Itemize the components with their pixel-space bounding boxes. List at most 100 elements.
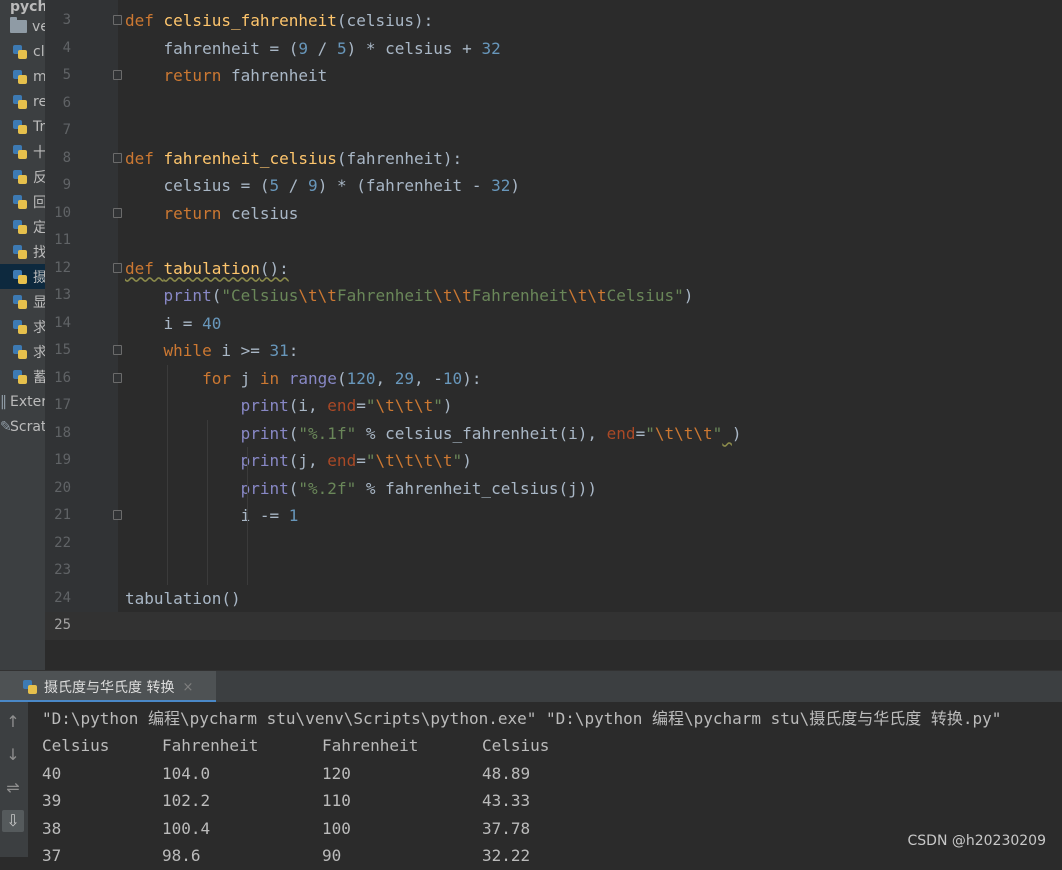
line-number: 20 xyxy=(54,479,71,496)
code-line[interactable]: 12 def tabulation(): xyxy=(45,255,1062,283)
fold-marker-icon[interactable] xyxy=(113,152,122,163)
tree-item[interactable]: 找 xyxy=(0,239,45,264)
fold-marker-icon[interactable] xyxy=(113,372,122,383)
console-output-row: 37 98.6 90 32.22 xyxy=(42,842,642,870)
code-token: print xyxy=(163,286,212,305)
tree-item[interactable]: 回 xyxy=(0,189,45,214)
console-output-row: 38 100.4 100 37.78 xyxy=(42,815,642,843)
code-token: return xyxy=(163,203,231,223)
console-output-cell: 43.33 xyxy=(482,791,531,810)
code-token: 5 xyxy=(336,38,347,58)
tree-item[interactable]: 显 xyxy=(0,289,45,314)
console-output-row: 40 104.0 120 48.89 xyxy=(42,760,642,788)
line-number: 7 xyxy=(62,122,71,138)
console-output-cell: Fahrenheit xyxy=(162,736,259,755)
code-line[interactable]: 23 xyxy=(45,557,1062,585)
tree-item[interactable]: 摄 xyxy=(0,264,45,289)
line-number: 21 xyxy=(54,507,71,523)
code-line[interactable]: 4 fahrenheit = (9 / 5) * celsius + 32 xyxy=(45,35,1062,63)
code-line[interactable]: 21 i -= 1 xyxy=(45,502,1062,530)
code-line[interactable]: 20 print("%.2f" % fahrenheit_celsius(j)) xyxy=(45,475,1062,503)
fold-marker-icon[interactable] xyxy=(113,345,122,355)
code-token: 9 xyxy=(308,176,318,195)
code-line[interactable]: 6 xyxy=(45,90,1062,118)
tree-item[interactable]: re xyxy=(0,89,45,114)
tree-item[interactable]: 反 xyxy=(0,164,45,189)
code-token: ) * (fahrenheit - xyxy=(317,176,492,195)
console-output-cell: 37.78 xyxy=(482,818,531,838)
tree-item[interactable]: Tr xyxy=(0,114,45,139)
fold-marker-icon[interactable] xyxy=(113,70,122,80)
console-output-cell: 32.22 xyxy=(482,846,531,865)
code-line[interactable]: 3 def celsius_fahrenheit(celsius): xyxy=(45,7,1062,35)
code-token: ) xyxy=(442,396,453,415)
tree-item-label: 十 xyxy=(33,144,45,161)
fold-marker-icon[interactable] xyxy=(113,207,122,218)
code-editor[interactable]: 3 def celsius_fahrenheit(celsius): 4 fahre… xyxy=(45,0,1062,640)
python-file-icon xyxy=(12,294,28,310)
tree-item[interactable]: 求 xyxy=(0,339,45,364)
code-text: return fahrenheit xyxy=(125,62,328,90)
code-text: for j in range(120, 29, -10): xyxy=(125,365,481,393)
code-line[interactable]: 11 xyxy=(45,227,1062,255)
close-icon[interactable]: × xyxy=(182,680,193,695)
tree-item[interactable]: m xyxy=(0,64,45,89)
code-line[interactable]: 19 print(j, end="\t\t\t\t") xyxy=(45,447,1062,475)
code-token: 9 xyxy=(298,38,309,58)
soft-wrap-icon[interactable]: ⇌ xyxy=(2,777,24,799)
tree-item[interactable]: 蓄 xyxy=(0,364,45,389)
code-token: 5 xyxy=(269,176,280,195)
code-line[interactable]: 8 def fahrenheit_celsius(fahrenheit): xyxy=(45,145,1062,173)
tree-item[interactable]: 定 xyxy=(0,214,45,239)
scroll-down-icon[interactable]: ↓ xyxy=(2,744,24,766)
code-token: fahrenheit xyxy=(230,66,328,85)
code-line[interactable]: 16 for j in range(120, 29, -10): xyxy=(45,365,1062,393)
tree-item[interactable]: 求 xyxy=(0,314,45,339)
code-token: 40 xyxy=(202,313,222,333)
code-token: ) xyxy=(510,176,520,195)
code-line[interactable]: 10 return celsius xyxy=(45,200,1062,228)
code-token: " xyxy=(433,396,443,415)
code-token: celsius xyxy=(230,203,299,223)
tree-item[interactable]: 十 xyxy=(0,139,45,164)
code-token: = xyxy=(356,451,366,470)
code-token: print xyxy=(240,423,289,443)
line-number: 24 xyxy=(54,589,71,606)
console-output-cell: 90 xyxy=(322,846,342,865)
scroll-up-icon[interactable]: ↑ xyxy=(2,711,24,733)
run-console[interactable]: ↑ ↓ ⇌ ⇩ "D:\python 编程\pycharm stu\venv\Scri… xyxy=(0,702,1062,865)
code-line[interactable]: 7 xyxy=(45,117,1062,145)
line-number: 12 xyxy=(54,259,71,276)
code-line[interactable]: 9 celsius = (5 / 9) * (fahrenheit - 32) xyxy=(45,172,1062,200)
code-token: Celsius" xyxy=(606,286,684,305)
line-number: 15 xyxy=(54,342,71,358)
code-line[interactable]: 17 print(i, end="\t\t\t") xyxy=(45,392,1062,420)
code-token: def xyxy=(125,148,164,168)
code-line[interactable]: 18 print("%.1f" % celsius_fahrenheit(i),… xyxy=(45,420,1062,448)
code-text: i = 40 xyxy=(125,310,222,338)
code-token: " xyxy=(645,423,655,443)
code-line[interactable]: 14 i = 40 xyxy=(45,310,1062,338)
run-tab[interactable]: 摄氏度与华氏度 转换 × xyxy=(0,671,216,703)
tree-item[interactable]: cl xyxy=(0,39,45,64)
fold-marker-icon[interactable] xyxy=(113,510,122,520)
tree-item[interactable]: ✎ Scrat xyxy=(0,414,45,439)
tree-item-label: 回 xyxy=(33,194,45,211)
line-number: 10 xyxy=(54,204,71,221)
tree-item-label: ve xyxy=(32,18,45,35)
code-line[interactable]: 24 tabulation() xyxy=(45,585,1062,613)
code-line[interactable]: 22 xyxy=(45,530,1062,558)
line-number: 4 xyxy=(62,39,71,56)
code-token: i = xyxy=(163,313,203,333)
tree-item[interactable]: ‖ Exter xyxy=(0,389,45,414)
fold-marker-icon[interactable] xyxy=(113,262,122,273)
code-line[interactable]: 13 print("Celsius\t\tFahrenheit\t\tFahre… xyxy=(45,282,1062,310)
fold-marker-icon[interactable] xyxy=(113,15,122,25)
tree-item[interactable]: ve xyxy=(0,14,45,39)
code-line[interactable]: 5 return fahrenheit xyxy=(45,62,1062,90)
code-line[interactable]: 25 xyxy=(45,612,1062,640)
console-output-row: Celsius Fahrenheit Fahrenheit Celsius xyxy=(42,732,642,760)
scroll-to-end-icon[interactable]: ⇩ xyxy=(2,810,24,832)
console-output-cell: 48.89 xyxy=(482,763,531,783)
code-line[interactable]: 15 while i >= 31: xyxy=(45,337,1062,365)
